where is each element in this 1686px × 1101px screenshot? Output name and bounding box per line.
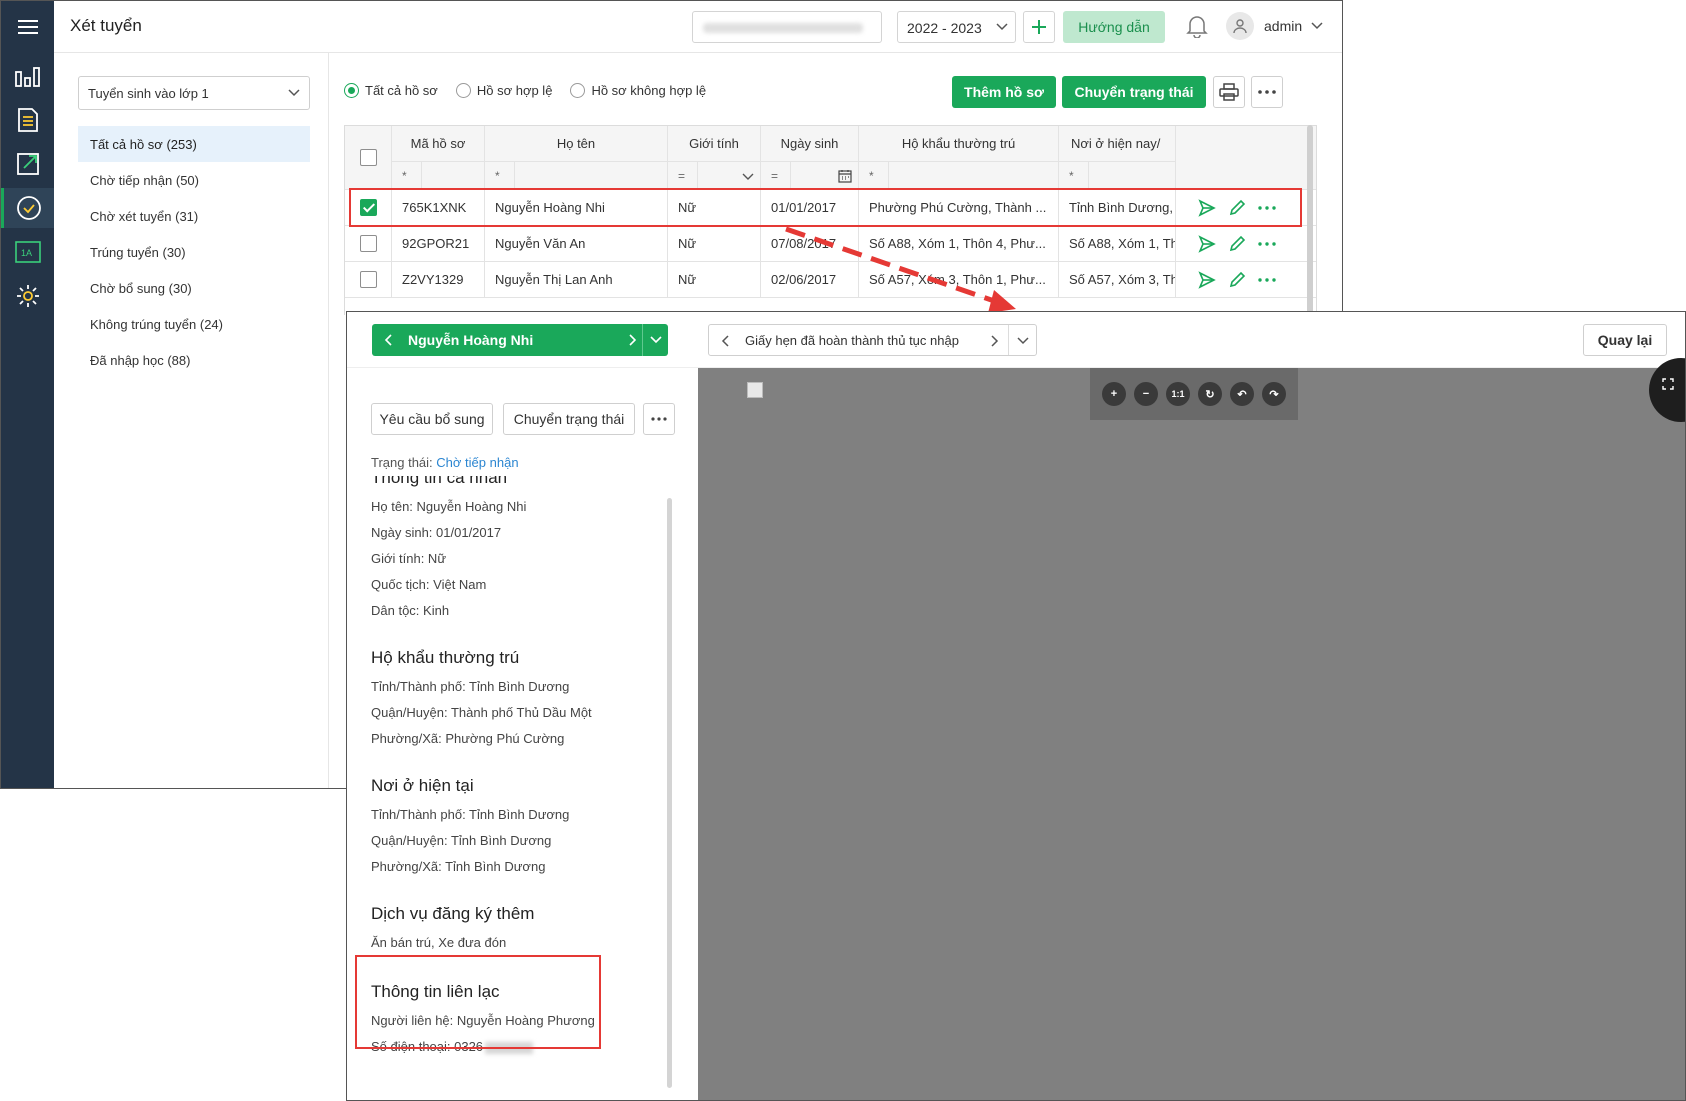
divider xyxy=(642,324,643,356)
fullscreen-icon xyxy=(1662,378,1674,390)
section-title-personal: Thông tin cá nhân xyxy=(371,476,508,487)
broken-image-icon xyxy=(747,382,763,398)
info-item: Giới tính: Nữ xyxy=(371,551,447,566)
zoom-in-icon[interactable]: + xyxy=(1102,382,1126,406)
document-name: Giấy hẹn đã hoàn thành thủ tục nhập xyxy=(745,333,959,348)
student-name: Nguyễn Hoàng Nhi xyxy=(408,332,534,348)
record-info-panel: Yêu cầu bổ sung Chuyển trạng thái Trạng … xyxy=(347,368,698,1100)
back-button[interactable]: Quay lại xyxy=(1583,324,1667,356)
change-status-button[interactable]: Chuyển trạng thái xyxy=(503,403,635,435)
document-viewer: + − 1:1 ↻ ↶ ↷ xyxy=(698,358,1685,1100)
info-item: Quốc tịch: Việt Nam xyxy=(371,577,487,592)
more-options-button[interactable] xyxy=(643,403,675,435)
info-item: Quận/Huyện: Tỉnh Bình Dương xyxy=(371,833,552,848)
status-value: Chờ tiếp nhận xyxy=(436,455,519,470)
rotate-left-icon[interactable]: ↶ xyxy=(1230,382,1254,406)
section-title-extra-services: Dịch vụ đăng ký thêm xyxy=(371,904,535,923)
info-item: Tỉnh/Thành phố: Tỉnh Bình Dương xyxy=(371,807,570,822)
info-item: Tỉnh/Thành phố: Tỉnh Bình Dương xyxy=(371,679,570,694)
info-item: Ăn bán trú, Xe đưa đón xyxy=(371,935,507,950)
section-title-current-address: Nơi ở hiện tại xyxy=(371,776,474,795)
zoom-out-icon[interactable]: − xyxy=(1134,382,1158,406)
chevron-left-icon xyxy=(384,334,392,346)
chevron-right-icon xyxy=(991,335,999,347)
reset-icon[interactable]: ↻ xyxy=(1198,382,1222,406)
viewer-toolbar: + − 1:1 ↻ ↶ ↷ xyxy=(1090,368,1298,420)
rotate-right-icon[interactable]: ↷ xyxy=(1262,382,1286,406)
student-navigator[interactable]: Nguyễn Hoàng Nhi xyxy=(372,324,668,356)
status-line: Trạng thái: Chờ tiếp nhận xyxy=(371,455,519,470)
info-scrollbar[interactable] xyxy=(667,498,672,1088)
info-item: Phường/Xã: Phường Phú Cường xyxy=(371,731,565,746)
chevron-left-icon xyxy=(721,335,729,347)
record-detail-window: Nguyễn Hoàng Nhi Giấy hẹn đã hoàn thành … xyxy=(346,311,1686,1101)
highlight-contact-section xyxy=(355,955,601,1049)
info-item: Họ tên: Nguyễn Hoàng Nhi xyxy=(371,499,527,514)
fullscreen-button[interactable] xyxy=(1649,358,1685,422)
document-navigator[interactable]: Giấy hẹn đã hoàn thành thủ tục nhập xyxy=(708,324,1037,356)
request-supplement-button[interactable]: Yêu cầu bổ sung xyxy=(371,403,493,435)
status-label: Trạng thái: xyxy=(371,455,433,470)
chevron-down-icon xyxy=(650,336,662,344)
screen: 1A Xét tuyển 2022 - 2023 Hướng dẫn admin… xyxy=(0,0,1686,1101)
chevron-down-icon xyxy=(1017,337,1029,345)
detail-top-bar: Nguyễn Hoàng Nhi Giấy hẹn đã hoàn thành … xyxy=(347,312,1685,368)
divider xyxy=(1008,325,1009,355)
info-item: Quận/Huyện: Thành phố Thủ Dầu Một xyxy=(371,705,592,720)
more-dots-icon xyxy=(651,417,667,421)
info-item: Ngày sinh: 01/01/2017 xyxy=(371,525,502,540)
chevron-right-icon xyxy=(629,334,637,346)
section-title-permanent-address: Hộ khẩu thường trú xyxy=(371,648,520,667)
info-item: Dân tộc: Kinh xyxy=(371,603,450,618)
actual-size-icon[interactable]: 1:1 xyxy=(1166,382,1190,406)
info-item: Phường/Xã: Tỉnh Bình Dương xyxy=(371,859,546,874)
